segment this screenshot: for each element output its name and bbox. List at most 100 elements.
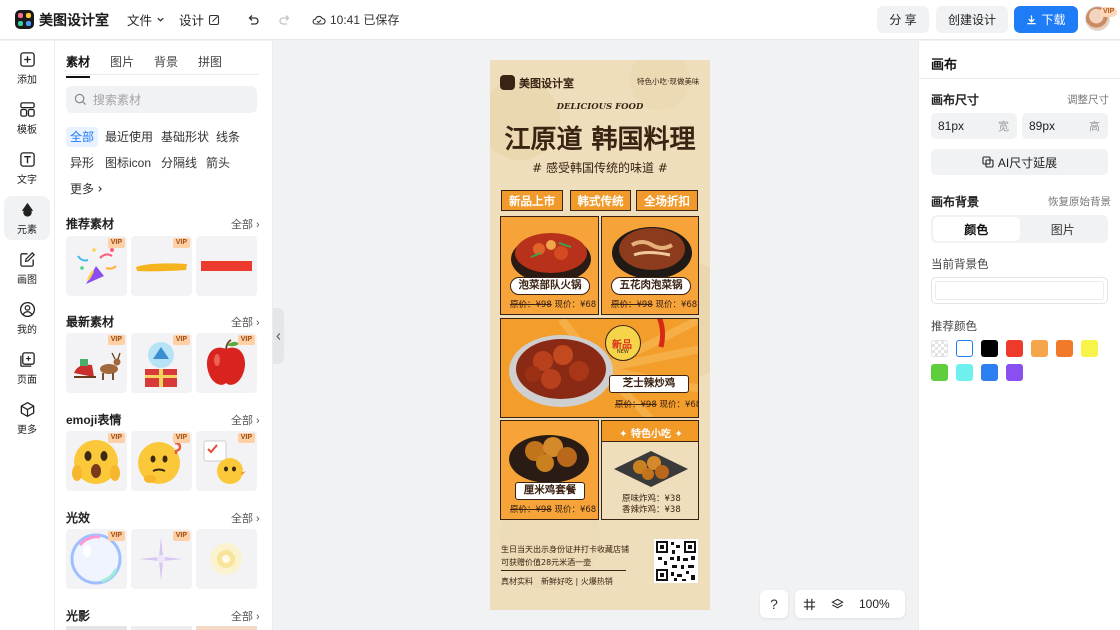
ai-resize-icon — [982, 156, 994, 168]
zoom-level[interactable]: 100% — [859, 597, 890, 611]
rail-item-mine[interactable]: 我的 — [4, 296, 50, 340]
download-label: 下载 — [1041, 13, 1066, 27]
width-field[interactable]: 81px 宽 — [931, 113, 1017, 139]
create-design-button[interactable]: 创建设计 — [936, 6, 1008, 33]
rail-item-elements[interactable]: 元素 — [4, 196, 50, 240]
color-swatch[interactable] — [956, 364, 973, 381]
material-thumb-partial[interactable] — [131, 626, 192, 630]
material-thumb-sparkle[interactable]: VIP — [131, 529, 192, 589]
color-swatch[interactable] — [1081, 340, 1098, 357]
recommend-colors-label: 推荐颜色 — [931, 321, 977, 333]
rail-item-more[interactable]: 更多 — [4, 396, 50, 440]
shapes-icon — [21, 202, 33, 217]
color-swatch[interactable] — [931, 364, 948, 381]
rail-item-pages[interactable]: 页面 — [4, 346, 50, 390]
material-thumb-red-bar[interactable] — [196, 236, 257, 296]
color-swatch[interactable] — [981, 364, 998, 381]
color-swatch[interactable] — [1056, 340, 1073, 357]
section-more-latest[interactable]: 全部 › — [231, 314, 260, 330]
chip-recent[interactable]: 最近使用 — [101, 127, 157, 147]
dish-now-price: 现价：¥68 — [655, 300, 698, 310]
section-more-recommended[interactable]: 全部 › — [231, 216, 260, 232]
layers-button[interactable] — [823, 590, 851, 618]
material-thumb-apple[interactable]: VIP — [196, 333, 257, 393]
material-thumb-partial[interactable] — [196, 626, 257, 630]
section-title-light-effects: 光效 — [66, 511, 91, 525]
canvas-bg-label: 画布背景 — [931, 195, 980, 209]
new-badge: 新品 NEW — [605, 325, 641, 361]
material-panel: 素材 图片 背景 拼图 搜索素材 全部 最近使用 基础形状 线条 异形 图标ic… — [55, 41, 273, 630]
color-swatch[interactable] — [981, 340, 998, 357]
current-bg-color — [935, 281, 1104, 300]
undo-icon[interactable] — [246, 13, 260, 27]
file-menu[interactable]: 文件 — [127, 10, 165, 29]
section-title-recommended: 推荐素材 — [66, 217, 115, 231]
dish-name: 厘米鸡套餐 — [515, 482, 585, 500]
red-bar-image — [201, 261, 252, 271]
chip-basic-shapes[interactable]: 基础形状 — [157, 127, 213, 147]
material-thumb-emoji-scared[interactable]: VIP — [66, 431, 127, 491]
reset-bg-link[interactable]: 恢复原始背景 — [1048, 194, 1111, 209]
color-swatch[interactable] — [1006, 364, 1023, 381]
download-button[interactable]: 下载 — [1014, 6, 1078, 33]
search-input[interactable]: 搜索素材 — [66, 86, 257, 113]
chip-all[interactable]: 全部 — [66, 127, 99, 147]
section-more-label: 全部 — [231, 219, 253, 231]
poster-title: 江原道 韩国料理 — [504, 125, 696, 155]
current-bg-swatch[interactable] — [931, 277, 1108, 304]
height-field[interactable]: 89px 高 — [1022, 113, 1108, 139]
rail-item-add[interactable]: 添加 — [4, 46, 50, 90]
file-menu-label: 文件 — [127, 14, 153, 28]
rail-item-text[interactable]: 文字 — [4, 146, 50, 190]
rail-item-draw[interactable]: 画图 — [4, 246, 50, 290]
design-canvas[interactable]: 美图设计室 特色小吃·现做美味 DELICIOUS FOOD 江原道 韩国料理 … — [490, 60, 710, 610]
material-thumb-brush[interactable]: VIP — [131, 236, 192, 296]
section-more-light-shadow[interactable]: 全部 › — [231, 608, 260, 624]
design-menu[interactable]: 设计 — [179, 10, 220, 29]
chip-irregular[interactable]: 异形 — [66, 153, 98, 173]
color-swatch[interactable] — [1006, 340, 1023, 357]
vip-tag: VIP — [107, 238, 125, 248]
material-thumb-emoji-checklist[interactable]: VIP — [196, 431, 257, 491]
app-logo[interactable]: 美图设计室 — [15, 10, 109, 30]
width-value: 81px — [938, 119, 965, 133]
seg-color[interactable]: 颜色 — [933, 217, 1020, 241]
seg-image[interactable]: 图片 — [1020, 217, 1107, 241]
poster-dish-card: 泡菜部队火锅 原价：¥98 现价：¥68 — [500, 216, 599, 315]
section-more-light-effects[interactable]: 全部 › — [231, 510, 260, 526]
chip-dividers[interactable]: 分隔线 — [157, 153, 201, 173]
resize-link[interactable]: 调整尺寸 — [1067, 92, 1109, 107]
material-thumb-confetti[interactable]: VIP — [66, 236, 127, 296]
material-thumb-bubble[interactable]: VIP — [66, 529, 127, 589]
material-thumb-emoji-thinking[interactable]: VIP — [131, 431, 192, 491]
poster-dish-card: 五花肉泡菜锅 原价：¥98 现价：¥68 — [601, 216, 699, 315]
color-swatch[interactable] — [956, 340, 973, 357]
section-title-latest: 最新素材 — [66, 315, 115, 329]
color-swatch[interactable] — [1031, 340, 1048, 357]
section-more-label: 全部 — [231, 513, 253, 525]
poster-brand: 美图设计室 — [519, 77, 574, 90]
rail-label: 模板 — [17, 124, 37, 136]
ai-resize-button[interactable]: AI尺寸延展 — [931, 149, 1108, 175]
grid-button[interactable] — [795, 590, 823, 618]
material-thumb-partial[interactable] — [66, 626, 127, 630]
chip-lines[interactable]: 线条 — [212, 127, 244, 147]
material-thumb-glow[interactable] — [196, 529, 257, 589]
chip-arrows[interactable]: 箭头 — [202, 153, 234, 173]
material-thumb-sleigh[interactable]: VIP — [66, 333, 127, 393]
chip-icons[interactable]: 图标icon — [101, 153, 155, 173]
material-thumb-snow-globe[interactable]: VIP — [131, 333, 192, 393]
rail-item-template[interactable]: 模板 — [4, 96, 50, 140]
props-title: 画布 — [931, 57, 958, 72]
chevron-down-icon — [157, 17, 164, 22]
vip-tag: VIP — [172, 433, 190, 443]
panel-collapse-handle[interactable] — [273, 308, 284, 364]
section-more-emoji[interactable]: 全部 › — [231, 412, 260, 428]
help-button[interactable]: ? — [760, 590, 788, 618]
color-swatch[interactable] — [931, 340, 948, 357]
share-button[interactable]: 分 享 — [877, 6, 929, 33]
redo-icon[interactable] — [278, 13, 292, 27]
poster-footer-line: 可获赠价值28元米酒一壶 — [501, 558, 592, 567]
vip-tag: VIP — [172, 335, 190, 345]
chip-more[interactable]: 更多 — [66, 179, 108, 199]
